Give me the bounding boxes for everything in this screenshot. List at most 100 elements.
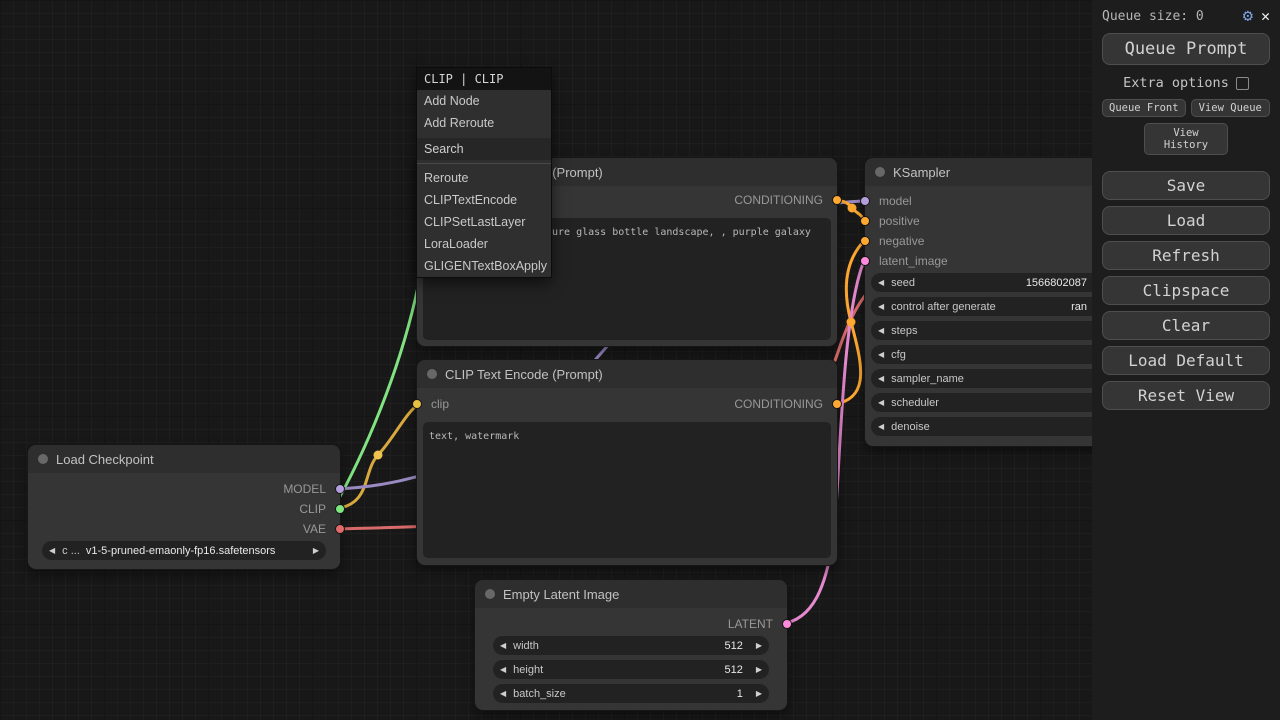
comfyui-canvas[interactable]: { "icons": { "left_arrow": "◀", "right_a…	[0, 0, 1280, 720]
input-negative-port[interactable]	[860, 236, 870, 246]
ckpt-name-widget[interactable]: ◀ c ... v1-5-pruned-emaonly-fp16.safeten…	[42, 541, 326, 560]
load-default-button[interactable]: Load Default	[1102, 346, 1270, 375]
context-menu-item-cliptextencode[interactable]: CLIPTextEncode	[417, 189, 551, 211]
node-title-bar[interactable]: KSampler	[865, 158, 1123, 186]
input-positive-label: positive	[879, 213, 920, 229]
cfg-widget[interactable]: ◀ cfg	[871, 345, 1117, 364]
decrement-icon[interactable]: ◀	[493, 636, 513, 655]
node-title: Empty Latent Image	[503, 587, 619, 602]
wire-conditioning-negative	[835, 241, 864, 404]
height-widget[interactable]: ◀ height 512 ▶	[493, 660, 769, 679]
input-clip-port[interactable]	[412, 399, 422, 409]
increment-icon[interactable]: ▶	[749, 684, 769, 703]
node-load-checkpoint[interactable]: Load Checkpoint MODEL CLIP VAE ◀ c ... v…	[28, 445, 340, 569]
decrement-icon[interactable]: ◀	[871, 273, 891, 292]
node-title-bar[interactable]: Empty Latent Image	[475, 580, 787, 608]
decrement-icon[interactable]: ◀	[871, 297, 891, 316]
context-menu-item-clipsetlastlayer[interactable]: CLIPSetLastLayer	[417, 211, 551, 233]
queue-prompt-button[interactable]: Queue Prompt	[1102, 33, 1270, 65]
output-model-label: MODEL	[283, 481, 326, 497]
node-status-dot	[875, 167, 885, 177]
output-conditioning-label: CONDITIONING	[734, 192, 823, 208]
steps-widget[interactable]: ◀ steps	[871, 321, 1117, 340]
widget-name: control after generate	[891, 301, 996, 313]
decrement-icon[interactable]: ◀	[493, 684, 513, 703]
context-menu-item-add-node[interactable]: Add Node	[417, 90, 551, 112]
queue-front-button[interactable]: Queue Front	[1102, 99, 1186, 117]
queue-size-label: Queue size: 0	[1102, 9, 1204, 24]
clear-button[interactable]: Clear	[1102, 311, 1270, 340]
node-ksampler[interactable]: KSampler model positive negative latent_…	[865, 158, 1123, 446]
decrement-icon[interactable]: ◀	[871, 393, 891, 412]
widget-name: denoise	[891, 421, 930, 433]
input-latent-image-port[interactable]	[860, 256, 870, 266]
context-menu-item-reroute[interactable]: Reroute	[417, 167, 551, 189]
reset-view-button[interactable]: Reset View	[1102, 381, 1270, 410]
widget-name: width	[513, 640, 539, 652]
refresh-button[interactable]: Refresh	[1102, 241, 1270, 270]
widget-name: scheduler	[891, 397, 939, 409]
widget-name: height	[513, 664, 543, 676]
settings-gear-icon[interactable]: ⚙	[1243, 8, 1253, 25]
close-icon[interactable]: ✕	[1261, 9, 1270, 24]
output-model-port[interactable]	[335, 484, 345, 494]
load-button[interactable]: Load	[1102, 206, 1270, 235]
extra-options-label: Extra options	[1123, 75, 1229, 91]
node-title: CLIP Text Encode (Prompt)	[445, 367, 603, 382]
output-conditioning-label: CONDITIONING	[734, 396, 823, 412]
sampler-name-widget[interactable]: ◀ sampler_name	[871, 369, 1117, 388]
denoise-widget[interactable]: ◀ denoise	[871, 417, 1117, 436]
input-positive-port[interactable]	[860, 216, 870, 226]
output-conditioning-port[interactable]	[832, 195, 842, 205]
clipspace-button[interactable]: Clipspace	[1102, 276, 1270, 305]
increment-icon[interactable]: ▶	[749, 636, 769, 655]
output-vae-label: VAE	[303, 521, 326, 537]
view-history-button[interactable]: View History	[1144, 123, 1228, 155]
input-model-label: model	[879, 193, 912, 209]
decrement-icon[interactable]: ◀	[871, 345, 891, 364]
widget-name: seed	[891, 277, 915, 289]
input-model-port[interactable]	[860, 196, 870, 206]
output-latent-port[interactable]	[782, 619, 792, 629]
node-status-dot	[38, 454, 48, 464]
widget-value: v1-5-pruned-emaonly-fp16.safetensors	[80, 545, 306, 557]
decrement-icon[interactable]: ◀	[871, 417, 891, 436]
input-latent-image-label: latent_image	[879, 253, 948, 269]
node-empty-latent-image[interactable]: Empty Latent Image LATENT ◀ width 512 ▶ …	[475, 580, 787, 710]
wire-clip	[333, 404, 419, 509]
context-menu-item-add-reroute[interactable]: Add Reroute	[417, 112, 551, 134]
node-clip-text-encode-negative[interactable]: CLIP Text Encode (Prompt) clip CONDITION…	[417, 360, 837, 565]
node-title-bar[interactable]: CLIP Text Encode (Prompt)	[417, 360, 837, 388]
save-button[interactable]: Save	[1102, 171, 1270, 200]
context-menu-title: CLIP | CLIP	[417, 68, 551, 90]
node-status-dot	[485, 589, 495, 599]
node-title-bar[interactable]: Load Checkpoint	[28, 445, 340, 473]
increment-icon[interactable]: ▶	[306, 541, 326, 560]
batch-size-widget[interactable]: ◀ batch_size 1 ▶	[493, 684, 769, 703]
context-menu-item-loraloader[interactable]: LoraLoader	[417, 233, 551, 255]
output-clip-port[interactable]	[335, 504, 345, 514]
seed-widget[interactable]: ◀ seed 1566802087	[871, 273, 1117, 292]
wire-clip-drag	[333, 272, 421, 509]
link-midpoint-dot	[374, 451, 383, 460]
decrement-icon[interactable]: ◀	[871, 369, 891, 388]
widget-value: 1	[566, 688, 749, 700]
control-after-generate-widget[interactable]: ◀ control after generate ran	[871, 297, 1117, 316]
output-vae-port[interactable]	[335, 524, 345, 534]
widget-name: sampler_name	[891, 373, 964, 385]
context-menu-item-gligentextboxapply[interactable]: GLIGENTextBoxApply	[417, 255, 551, 277]
view-queue-button[interactable]: View Queue	[1191, 99, 1270, 117]
scheduler-widget[interactable]: ◀ scheduler	[871, 393, 1117, 412]
node-title: KSampler	[893, 165, 950, 180]
extra-options-checkbox[interactable]	[1236, 77, 1249, 90]
decrement-icon[interactable]: ◀	[871, 321, 891, 340]
width-widget[interactable]: ◀ width 512 ▶	[493, 636, 769, 655]
decrement-icon[interactable]: ◀	[42, 541, 62, 560]
context-menu-search-input[interactable]: Search	[417, 138, 551, 160]
link-midpoint-dot	[848, 204, 857, 213]
increment-icon[interactable]: ▶	[749, 660, 769, 679]
node-title: Load Checkpoint	[56, 452, 154, 467]
prompt-textarea[interactable]: text, watermark	[423, 422, 831, 558]
decrement-icon[interactable]: ◀	[493, 660, 513, 679]
output-conditioning-port[interactable]	[832, 399, 842, 409]
